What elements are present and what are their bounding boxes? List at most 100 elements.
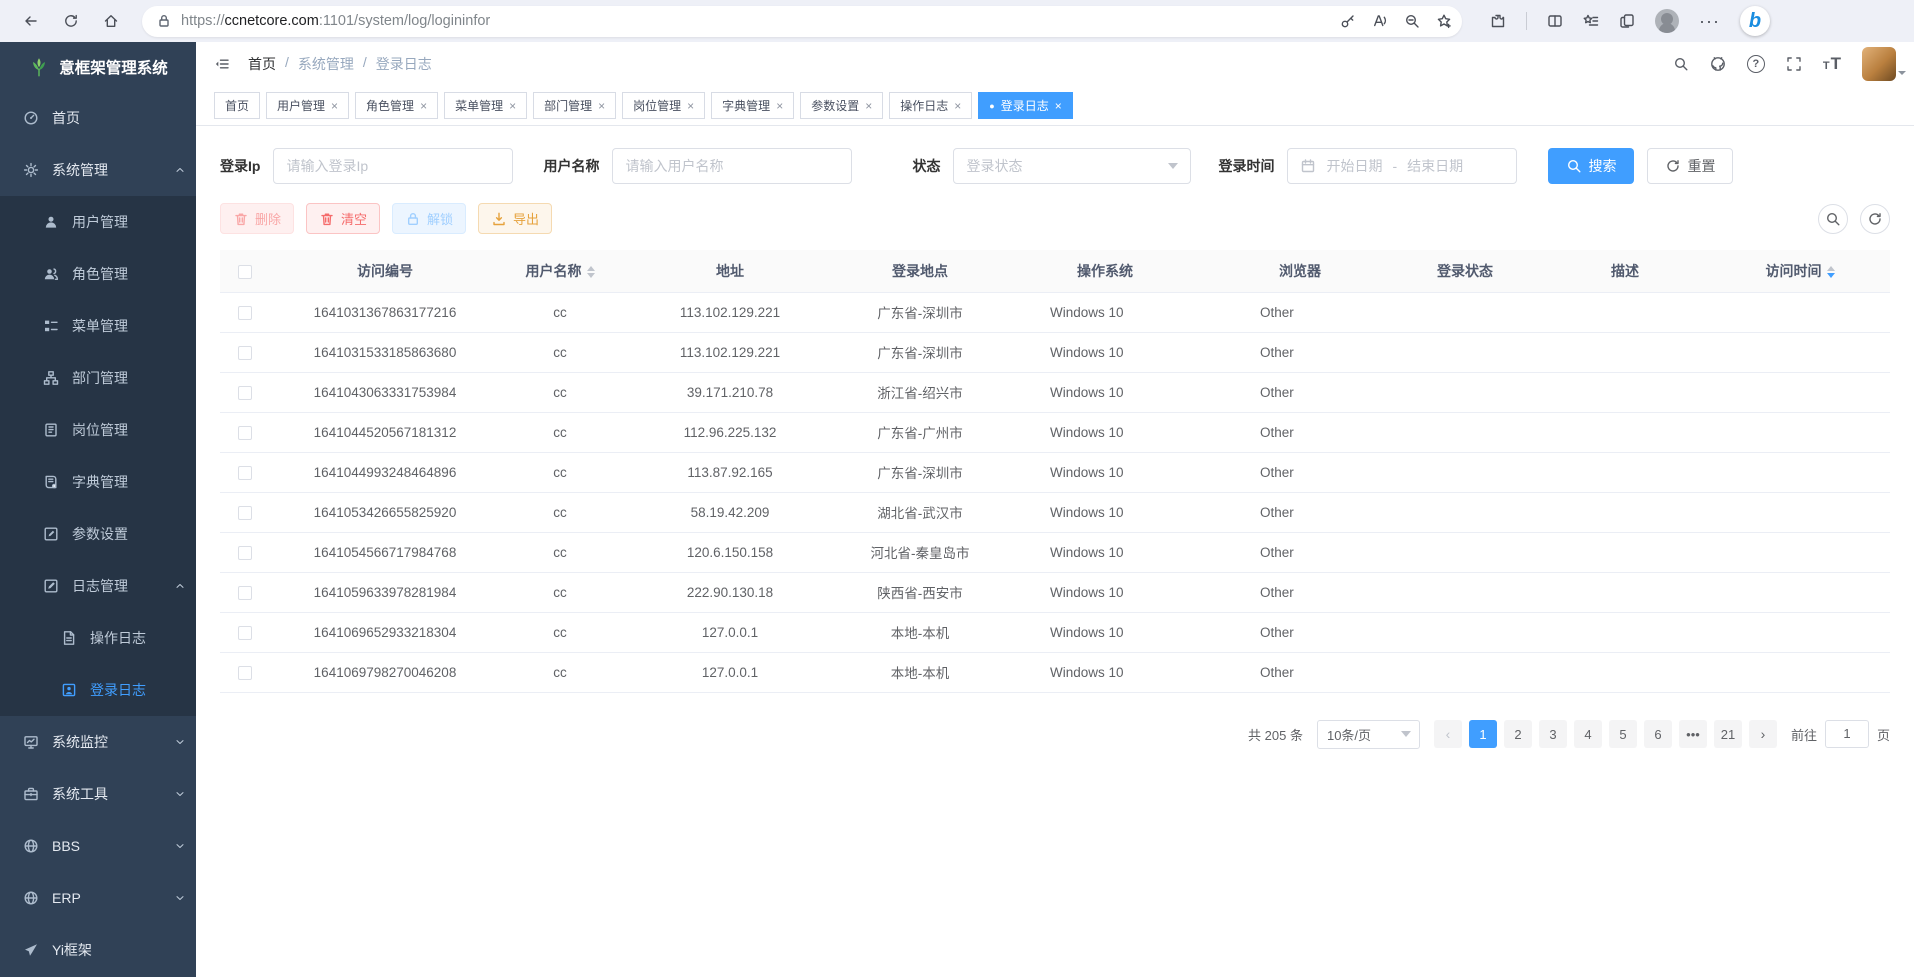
breadcrumb-home[interactable]: 首页: [248, 54, 276, 74]
row-checkbox[interactable]: [238, 546, 252, 560]
tab-字典管理[interactable]: 字典管理×: [711, 92, 794, 119]
refresh-table-button[interactable]: [1860, 204, 1890, 234]
column-header-操作系统[interactable]: 操作系统: [1000, 250, 1210, 292]
user-avatar[interactable]: [1862, 47, 1896, 81]
sidebar-fold-icon[interactable]: [214, 56, 230, 72]
tab-参数设置[interactable]: 参数设置×: [800, 92, 883, 119]
column-header-访问时间[interactable]: 访问时间: [1710, 250, 1890, 292]
collections-icon[interactable]: [1583, 13, 1599, 29]
tab-close-icon[interactable]: ×: [687, 99, 694, 113]
zoom-out-icon[interactable]: [1404, 13, 1420, 29]
sidebar-item-BBS[interactable]: BBS: [0, 820, 196, 872]
row-checkbox[interactable]: [238, 586, 252, 600]
back-icon[interactable]: [14, 5, 48, 37]
sidebar-item-首页[interactable]: 首页: [0, 92, 196, 144]
search-button[interactable]: 搜索: [1548, 148, 1634, 184]
address-bar[interactable]: https://ccnetcore.com:1101/system/log/lo…: [142, 6, 1462, 37]
duplicate-tab-icon[interactable]: [1619, 13, 1635, 29]
sidebar-item-系统管理[interactable]: 系统管理: [0, 144, 196, 196]
sidebar-item-用户管理[interactable]: 用户管理: [0, 196, 196, 248]
browser-menu-icon[interactable]: ···: [1699, 11, 1720, 32]
delete-button[interactable]: 删除: [220, 203, 294, 234]
tab-close-icon[interactable]: ×: [509, 99, 516, 113]
sidebar-item-参数设置[interactable]: 参数设置: [0, 508, 196, 560]
sidebar-item-部门管理[interactable]: 部门管理: [0, 352, 196, 404]
sidebar-item-登录日志[interactable]: 登录日志: [0, 664, 196, 716]
sidebar-item-系统监控[interactable]: 系统监控: [0, 716, 196, 768]
sidebar-item-ERP[interactable]: ERP: [0, 872, 196, 924]
column-header-地址[interactable]: 地址: [620, 250, 840, 292]
sidebar-item-菜单管理[interactable]: 菜单管理: [0, 300, 196, 352]
tab-close-icon[interactable]: ×: [954, 99, 961, 113]
next-page-button[interactable]: ›: [1749, 720, 1777, 748]
tab-close-icon[interactable]: ×: [331, 99, 338, 113]
sidebar-item-系统工具[interactable]: 系统工具: [0, 768, 196, 820]
more-pages-button[interactable]: •••: [1679, 720, 1707, 748]
tab-用户管理[interactable]: 用户管理×: [266, 92, 349, 119]
row-checkbox[interactable]: [238, 506, 252, 520]
column-header-登录状态[interactable]: 登录状态: [1390, 250, 1540, 292]
font-size-icon[interactable]: [1823, 54, 1841, 74]
tab-部门管理[interactable]: 部门管理×: [533, 92, 616, 119]
page-button-3[interactable]: 3: [1539, 720, 1567, 748]
refresh-icon[interactable]: [54, 5, 88, 37]
row-checkbox[interactable]: [238, 426, 252, 440]
username-input[interactable]: 请输入用户名称: [612, 148, 852, 184]
clear-button[interactable]: 清空: [306, 203, 380, 234]
tab-close-icon[interactable]: ×: [776, 99, 783, 113]
row-checkbox[interactable]: [238, 466, 252, 480]
row-checkbox[interactable]: [238, 626, 252, 640]
header-search-icon[interactable]: [1673, 56, 1689, 72]
tab-首页[interactable]: 首页: [214, 92, 260, 119]
page-button-2[interactable]: 2: [1504, 720, 1532, 748]
row-checkbox[interactable]: [238, 306, 252, 320]
github-icon[interactable]: [1710, 56, 1726, 72]
extensions-icon[interactable]: [1490, 13, 1506, 29]
fullscreen-icon[interactable]: [1786, 56, 1802, 72]
sidebar-item-Yi框架[interactable]: Yi框架: [0, 924, 196, 976]
toggle-search-button[interactable]: [1818, 204, 1848, 234]
tab-登录日志[interactable]: 登录日志×: [978, 92, 1072, 119]
sort-icon[interactable]: [587, 266, 595, 278]
tab-close-icon[interactable]: ×: [865, 99, 872, 113]
page-button-5[interactable]: 5: [1609, 720, 1637, 748]
split-screen-icon[interactable]: [1547, 13, 1563, 29]
tab-操作日志[interactable]: 操作日志×: [889, 92, 972, 119]
column-header-浏览器[interactable]: 浏览器: [1210, 250, 1390, 292]
export-button[interactable]: 导出: [478, 203, 552, 234]
breadcrumb-system[interactable]: 系统管理: [298, 54, 354, 74]
tab-角色管理[interactable]: 角色管理×: [355, 92, 438, 119]
status-select[interactable]: 登录状态: [953, 148, 1191, 184]
goto-page-input[interactable]: 1: [1825, 720, 1869, 748]
favorite-add-icon[interactable]: [1436, 13, 1452, 29]
sort-icon[interactable]: [1827, 266, 1835, 278]
home-icon[interactable]: [94, 5, 128, 37]
unlock-button[interactable]: 解锁: [392, 203, 466, 234]
reset-button[interactable]: 重置: [1647, 148, 1733, 184]
page-button-6[interactable]: 6: [1644, 720, 1672, 748]
site-lock-icon[interactable]: [156, 13, 172, 29]
select-all-checkbox[interactable]: [238, 265, 252, 279]
ip-input[interactable]: 请输入登录Ip: [273, 148, 513, 184]
page-button-21[interactable]: 21: [1714, 720, 1742, 748]
row-checkbox[interactable]: [238, 346, 252, 360]
page-size-select[interactable]: 10条/页: [1317, 720, 1420, 749]
column-header-用户名称[interactable]: 用户名称: [500, 250, 620, 292]
bing-chat-icon[interactable]: [1740, 6, 1770, 36]
sidebar-item-日志管理[interactable]: 日志管理: [0, 560, 196, 612]
tab-岗位管理[interactable]: 岗位管理×: [622, 92, 705, 119]
page-button-1[interactable]: 1: [1469, 720, 1497, 748]
column-header-描述[interactable]: 描述: [1540, 250, 1710, 292]
date-range-picker[interactable]: 开始日期 - 结束日期: [1287, 148, 1517, 184]
page-button-4[interactable]: 4: [1574, 720, 1602, 748]
column-header-登录地点[interactable]: 登录地点: [840, 250, 1000, 292]
sidebar-item-角色管理[interactable]: 角色管理: [0, 248, 196, 300]
sidebar-item-操作日志[interactable]: 操作日志: [0, 612, 196, 664]
row-checkbox[interactable]: [238, 386, 252, 400]
tab-close-icon[interactable]: ×: [420, 99, 427, 113]
read-aloud-icon[interactable]: [1372, 13, 1388, 29]
row-checkbox[interactable]: [238, 666, 252, 680]
prev-page-button[interactable]: ‹: [1434, 720, 1462, 748]
browser-profile-avatar[interactable]: [1655, 9, 1679, 33]
column-header-访问编号[interactable]: 访问编号: [270, 250, 500, 292]
